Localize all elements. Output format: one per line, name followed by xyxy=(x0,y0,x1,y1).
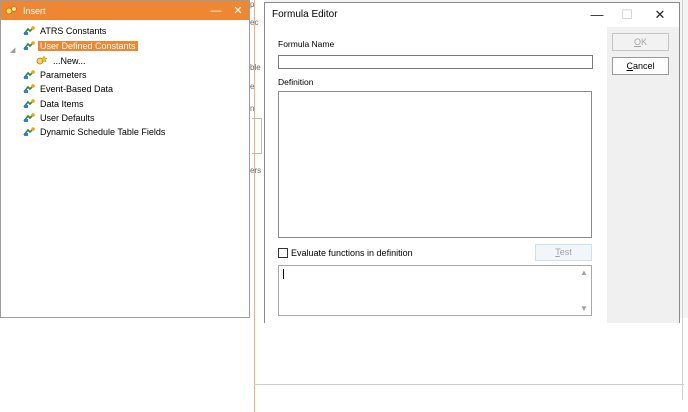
host-fragment: ec xyxy=(250,18,264,27)
host-fragment: ble xyxy=(250,63,261,72)
scroll-down-icon[interactable]: ▼ xyxy=(580,304,588,313)
formula-editor-title-bar[interactable]: Formula Editor — ☐ ✕ xyxy=(265,3,679,27)
new-item-icon xyxy=(36,55,48,65)
formula-editor-button-panel: OK Cancel xyxy=(607,27,679,323)
node-icon xyxy=(23,84,35,93)
test-button[interactable]: Test xyxy=(535,244,592,261)
tree-item-label: Parameters xyxy=(40,69,87,80)
ok-button-label: K xyxy=(641,37,648,47)
node-icon xyxy=(23,41,35,50)
host-window-divider xyxy=(254,0,255,412)
evaluate-functions-label: Evaluate functions in definition xyxy=(291,248,413,258)
test-button-label: est xyxy=(559,247,572,257)
evaluate-functions-checkbox[interactable] xyxy=(278,248,288,258)
node-icon xyxy=(23,70,35,79)
insert-close-button[interactable]: ✕ xyxy=(227,4,249,17)
tree-item-label: Data Items xyxy=(40,98,84,109)
ok-button-mnemonic: O xyxy=(633,37,641,47)
formula-editor-maximize-button[interactable]: ☐ xyxy=(617,6,637,24)
insert-panel: Insert — ✕ ◢ ATRS Constants User Defined… xyxy=(0,0,250,318)
node-icon xyxy=(23,127,35,136)
text-caret xyxy=(283,269,284,279)
scroll-up-icon[interactable]: ▲ xyxy=(580,268,588,277)
tree-item-new[interactable]: ...New... xyxy=(36,54,88,67)
cancel-button[interactable]: Cancel xyxy=(612,57,669,75)
tree-item-parameters[interactable]: Parameters xyxy=(23,68,89,81)
tree-item-label: User Defined Constants xyxy=(38,40,138,51)
tree-item-user-defined-constants[interactable]: User Defined Constants xyxy=(23,39,138,52)
tree-item-label: Event-Based Data xyxy=(40,83,114,94)
formula-editor-title: Formula Editor xyxy=(272,9,338,20)
ok-button[interactable]: OK xyxy=(612,33,669,51)
insert-icon xyxy=(5,6,17,15)
node-icon xyxy=(23,99,35,108)
formula-editor-body: Formula Name Definition Evaluate functio… xyxy=(265,27,607,323)
insert-title-bar[interactable]: Insert — ✕ xyxy=(1,1,249,20)
insert-minimize-button[interactable]: — xyxy=(205,5,227,17)
tree-item-atrs-constants[interactable]: ATRS Constants xyxy=(23,24,108,37)
tree-item-label: User Defaults xyxy=(40,112,95,123)
host-window-bottom xyxy=(0,318,688,412)
host-fragment: p xyxy=(250,0,255,9)
tree-item-label: ATRS Constants xyxy=(40,25,107,36)
formula-editor-dialog: Formula Editor — ☐ ✕ Formula Name Defini… xyxy=(264,2,680,323)
evaluate-functions-row[interactable]: Evaluate functions in definition xyxy=(278,248,413,258)
host-fragment: n xyxy=(250,104,255,113)
node-icon xyxy=(23,113,35,122)
tree-expander-icon[interactable]: ◢ xyxy=(10,46,15,54)
result-textarea[interactable]: ▲ ▼ xyxy=(278,265,592,316)
tree-item-event-based-data[interactable]: Event-Based Data xyxy=(23,82,115,95)
host-fragment: ers xyxy=(250,166,262,175)
tree-item-user-defaults[interactable]: User Defaults xyxy=(23,111,97,124)
tree-item-dynamic-schedule-table-fields[interactable]: Dynamic Schedule Table Fields xyxy=(23,125,167,138)
tree-item-label: Dynamic Schedule Table Fields xyxy=(40,126,166,137)
formula-name-input[interactable] xyxy=(278,55,593,69)
host-fragment: e xyxy=(250,82,255,91)
formula-editor-close-button[interactable]: ✕ xyxy=(650,6,670,24)
node-icon xyxy=(23,26,35,35)
host-window-edge xyxy=(682,0,683,400)
insert-title: Insert xyxy=(23,5,46,16)
tree-item-label: ...New... xyxy=(53,55,86,66)
definition-label: Definition xyxy=(278,77,314,87)
host-window-separator xyxy=(254,384,684,385)
definition-textarea[interactable] xyxy=(278,91,592,238)
cancel-button-label: ancel xyxy=(632,61,655,71)
formula-editor-minimize-button[interactable]: — xyxy=(587,6,607,24)
tree-item-data-items[interactable]: Data Items xyxy=(23,97,86,110)
formula-name-label: Formula Name xyxy=(278,39,335,49)
result-scrollbar[interactable]: ▲ ▼ xyxy=(578,266,591,315)
